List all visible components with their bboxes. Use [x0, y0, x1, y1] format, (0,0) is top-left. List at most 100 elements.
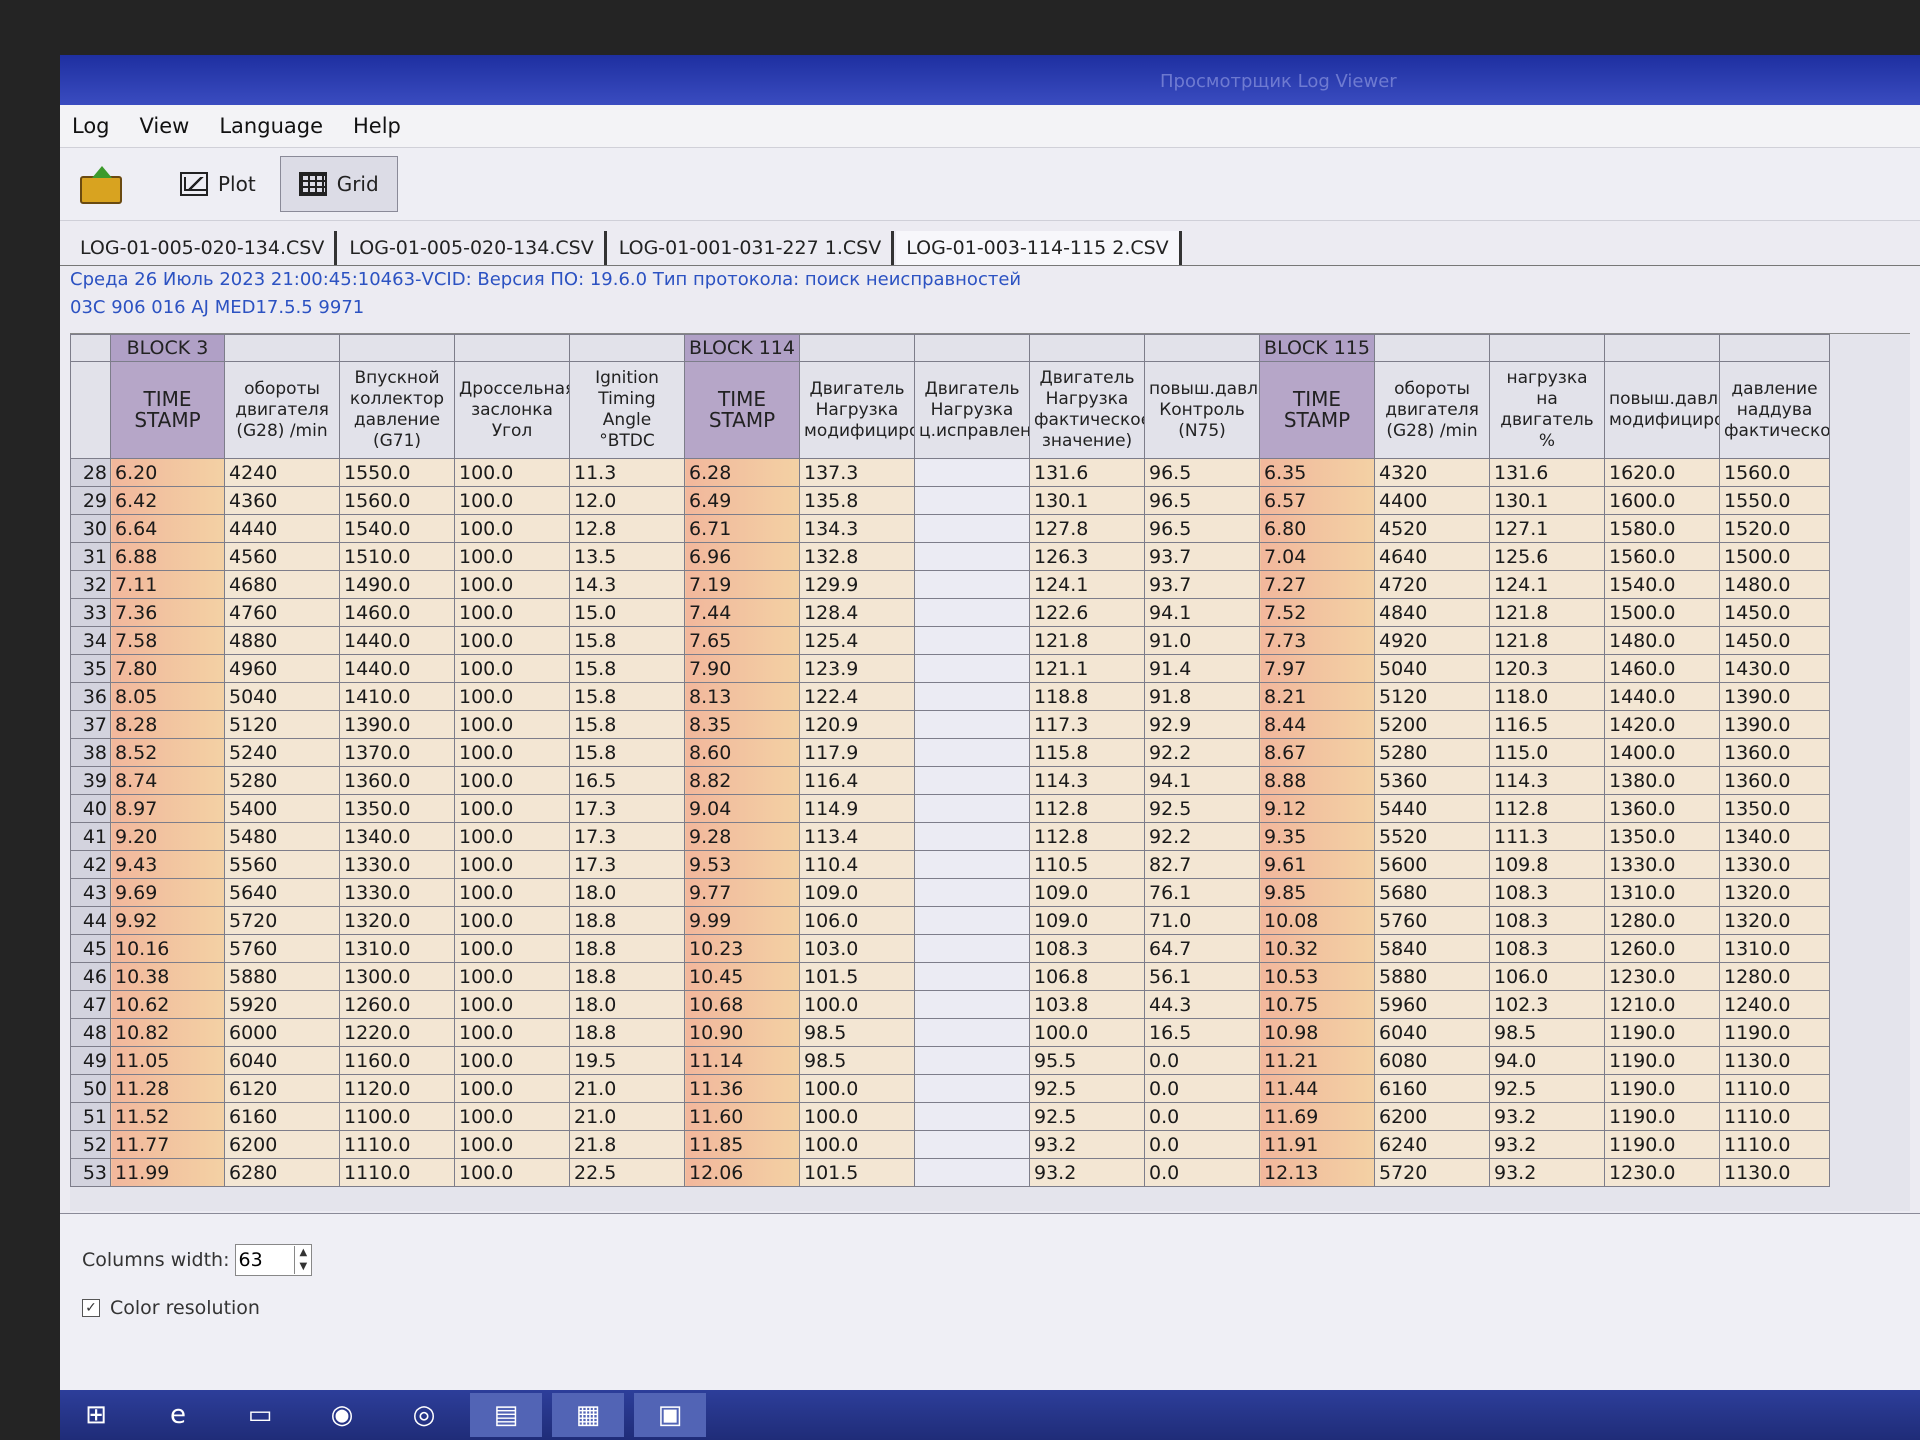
value-cell[interactable]: 18.0	[569, 990, 685, 1019]
value-cell[interactable]: 4400	[1374, 486, 1490, 515]
value-cell[interactable]: 100.0	[454, 486, 570, 515]
tab-file-3[interactable]: LOG-01-001-031-227 1.CSV	[609, 231, 895, 265]
value-cell[interactable]: 120.9	[799, 710, 915, 739]
table-row[interactable]: 53 11.99 6280 1110.0 100.0 22.5 12.06 101.5 93.2…	[70, 1158, 1830, 1187]
value-cell[interactable]: 15.8	[569, 682, 685, 711]
value-cell[interactable]: 4680	[224, 570, 340, 599]
value-cell[interactable]: 94.1	[1144, 766, 1260, 795]
timestamp-cell[interactable]: 10.68	[684, 990, 800, 1019]
value-cell[interactable]: 1340.0	[1719, 822, 1830, 851]
value-cell[interactable]: 100.0	[454, 878, 570, 907]
value-cell[interactable]: 1120.0	[339, 1074, 455, 1103]
value-cell[interactable]: 1620.0	[1604, 458, 1720, 487]
plot-button[interactable]: Plot	[162, 157, 274, 211]
value-cell[interactable]: 1190.0	[1604, 1018, 1720, 1047]
value-cell[interactable]: 131.6	[1029, 458, 1145, 487]
value-cell[interactable]: 5760	[224, 934, 340, 963]
empty-cell[interactable]	[914, 850, 1030, 879]
timestamp-cell[interactable]: 7.19	[684, 570, 800, 599]
timestamp-cell[interactable]: 11.91	[1259, 1130, 1375, 1159]
value-cell[interactable]: 122.4	[799, 682, 915, 711]
value-cell[interactable]: 18.0	[569, 878, 685, 907]
timestamp-cell[interactable]: 8.13	[684, 682, 800, 711]
menu-help[interactable]: Help	[353, 114, 401, 138]
value-cell[interactable]: 15.8	[569, 626, 685, 655]
value-cell[interactable]: 1360.0	[1719, 738, 1830, 767]
value-cell[interactable]: 18.8	[569, 1018, 685, 1047]
value-cell[interactable]: 1130.0	[1719, 1046, 1830, 1075]
table-row[interactable]: 37 8.28 5120 1390.0 100.0 15.8 8.35 120.9 117.3 9…	[70, 710, 1830, 739]
value-cell[interactable]: 19.5	[569, 1046, 685, 1075]
tab-file-4[interactable]: LOG-01-003-114-115 2.CSV	[896, 231, 1182, 265]
value-cell[interactable]: 21.0	[569, 1102, 685, 1131]
table-row[interactable]: 43 9.69 5640 1330.0 100.0 18.0 9.77 109.0 109.0 7…	[70, 878, 1830, 907]
value-cell[interactable]: 100.0	[799, 990, 915, 1019]
value-cell[interactable]: 1310.0	[1604, 878, 1720, 907]
value-cell[interactable]: 22.5	[569, 1158, 685, 1187]
timestamp-cell[interactable]: 10.08	[1259, 906, 1375, 935]
value-cell[interactable]: 96.5	[1144, 514, 1260, 543]
table-row[interactable]: 31 6.88 4560 1510.0 100.0 13.5 6.96 132.8 126.3 9…	[70, 542, 1830, 571]
table-row[interactable]: 28 6.20 4240 1550.0 100.0 11.3 6.28 137.3 131.6 9…	[70, 458, 1830, 487]
value-cell[interactable]: 18.8	[569, 906, 685, 935]
value-cell[interactable]: 6280	[224, 1158, 340, 1187]
value-cell[interactable]: 1260.0	[339, 990, 455, 1019]
table-row[interactable]: 52 11.77 6200 1110.0 100.0 21.8 11.85 100.0 93.2…	[70, 1130, 1830, 1159]
value-cell[interactable]: 100.0	[454, 738, 570, 767]
col-header-b3-ignition-timing[interactable]: Ignition Timing Angle °BTDC	[569, 361, 685, 459]
timestamp-cell[interactable]: 10.16	[110, 934, 225, 963]
app-icon[interactable]: ◎	[388, 1393, 460, 1437]
col-header-b114-load-corrected[interactable]: Двигатель Нагрузка ц.исправлен	[914, 361, 1030, 459]
value-cell[interactable]: 100.0	[454, 1018, 570, 1047]
timestamp-cell[interactable]: 9.61	[1259, 850, 1375, 879]
value-cell[interactable]: 6080	[1374, 1046, 1490, 1075]
log-viewer-icon[interactable]: ▣	[634, 1393, 706, 1437]
value-cell[interactable]: 5640	[224, 878, 340, 907]
value-cell[interactable]: 121.1	[1029, 654, 1145, 683]
col-header-b114-load-actual[interactable]: Двигатель Нагрузка фактическое значение)	[1029, 361, 1145, 459]
empty-cell[interactable]	[914, 570, 1030, 599]
empty-cell[interactable]	[914, 654, 1030, 683]
menu-log[interactable]: Log	[72, 114, 110, 138]
value-cell[interactable]: 124.1	[1489, 570, 1605, 599]
value-cell[interactable]: 1440.0	[339, 654, 455, 683]
value-cell[interactable]: 5760	[1374, 906, 1490, 935]
value-cell[interactable]: 1500.0	[1719, 542, 1830, 571]
timestamp-cell[interactable]: 8.05	[110, 682, 225, 711]
value-cell[interactable]: 12.0	[569, 486, 685, 515]
value-cell[interactable]: 1280.0	[1604, 906, 1720, 935]
value-cell[interactable]: 21.8	[569, 1130, 685, 1159]
timestamp-cell[interactable]: 9.28	[684, 822, 800, 851]
value-cell[interactable]: 1550.0	[1719, 486, 1830, 515]
value-cell[interactable]: 5280	[224, 766, 340, 795]
value-cell[interactable]: 1520.0	[1719, 514, 1830, 543]
table-row[interactable]: 36 8.05 5040 1410.0 100.0 15.8 8.13 122.4 118.8 9…	[70, 682, 1830, 711]
value-cell[interactable]: 134.3	[799, 514, 915, 543]
value-cell[interactable]: 91.8	[1144, 682, 1260, 711]
spin-down-icon[interactable]: ▼	[299, 1260, 307, 1274]
value-cell[interactable]: 1320.0	[1719, 878, 1830, 907]
value-cell[interactable]: 1110.0	[1719, 1102, 1830, 1131]
value-cell[interactable]: 120.3	[1489, 654, 1605, 683]
value-cell[interactable]: 129.9	[799, 570, 915, 599]
value-cell[interactable]: 5880	[224, 962, 340, 991]
value-cell[interactable]: 12.8	[569, 514, 685, 543]
value-cell[interactable]: 109.8	[1489, 850, 1605, 879]
value-cell[interactable]: 1350.0	[1719, 794, 1830, 823]
value-cell[interactable]: 122.6	[1029, 598, 1145, 627]
value-cell[interactable]: 96.5	[1144, 458, 1260, 487]
value-cell[interactable]: 100.0	[454, 962, 570, 991]
value-cell[interactable]: 6040	[224, 1046, 340, 1075]
table-row[interactable]: 40 8.97 5400 1350.0 100.0 17.3 9.04 114.9 112.8 9…	[70, 794, 1830, 823]
value-cell[interactable]: 98.5	[799, 1046, 915, 1075]
value-cell[interactable]: 0.0	[1144, 1130, 1260, 1159]
value-cell[interactable]: 5240	[224, 738, 340, 767]
timestamp-cell[interactable]: 10.53	[1259, 962, 1375, 991]
timestamp-cell[interactable]: 8.52	[110, 738, 225, 767]
timestamp-cell[interactable]: 9.85	[1259, 878, 1375, 907]
value-cell[interactable]: 92.5	[1144, 794, 1260, 823]
value-cell[interactable]: 1390.0	[1719, 710, 1830, 739]
empty-cell[interactable]	[914, 514, 1030, 543]
timestamp-cell[interactable]: 7.11	[110, 570, 225, 599]
empty-cell[interactable]	[914, 962, 1030, 991]
